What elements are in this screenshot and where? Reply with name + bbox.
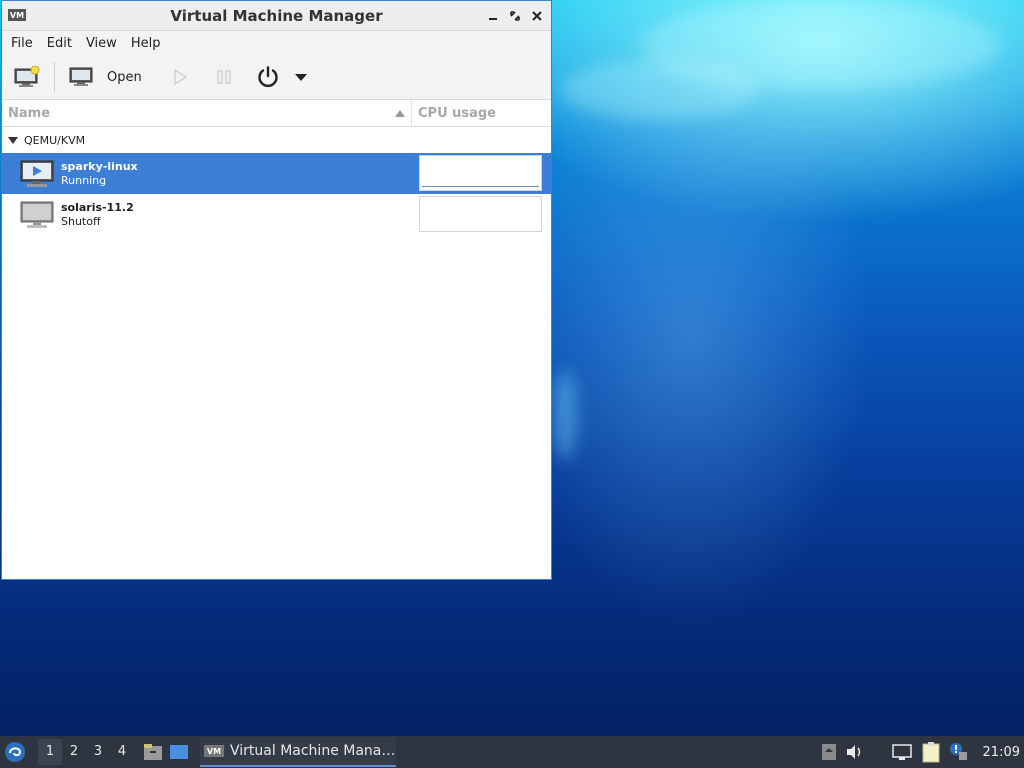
wallpaper-light (560, 60, 760, 120)
window-title: Virtual Machine Manager (170, 6, 383, 25)
vm-name: sparky-linux (61, 159, 138, 173)
open-button[interactable]: Open (67, 60, 144, 94)
task-label: Virtual Machine Mana… (230, 743, 396, 759)
expander-icon[interactable] (8, 136, 18, 144)
menu-edit[interactable]: Edit (40, 36, 79, 51)
monitor-icon (69, 67, 93, 86)
column-cpu-header[interactable]: CPU usage (412, 100, 551, 126)
column-name-label: Name (8, 105, 51, 121)
vm-name: solaris-11.2 (61, 200, 134, 214)
start-menu-button[interactable] (0, 737, 30, 767)
workspace-2[interactable]: 2 (62, 739, 86, 765)
vm-shutoff-icon (20, 201, 54, 228)
close-icon[interactable] (527, 6, 547, 26)
vm-status: Running (61, 173, 107, 187)
vm-row-solaris[interactable]: solaris-11.2 Shutoff (2, 194, 551, 235)
vm-row-sparky-linux[interactable]: sparky-linux Running (2, 153, 551, 194)
pause-icon (217, 70, 231, 84)
minimize-icon[interactable] (483, 6, 503, 26)
network-icon[interactable] (891, 743, 913, 761)
column-name-header[interactable]: Name (2, 100, 412, 126)
maximize-icon[interactable] (505, 6, 525, 26)
vm-list-header: Name CPU usage (2, 100, 551, 127)
cpu-usage-line (422, 186, 539, 187)
svg-text:VM: VM (207, 747, 221, 756)
title-bar[interactable]: VM Virtual Machine Manager (2, 1, 551, 31)
open-label: Open (107, 69, 142, 85)
vm-running-icon (20, 160, 54, 187)
power-icon (258, 66, 278, 88)
virt-manager-window: VM Virtual Machine Manager File Edit Vie… (1, 0, 552, 580)
play-icon (174, 68, 187, 86)
run-button[interactable] (170, 60, 190, 94)
connection-label: QEMU/KVM (24, 133, 86, 147)
taskbar: 1 2 3 4 VM Virtual Machine Mana… 21:09 (0, 736, 1024, 768)
new-vm-icon (14, 66, 40, 87)
menu-file[interactable]: File (4, 36, 40, 51)
virt-manager-logo-icon: VM (8, 9, 26, 21)
connection-row[interactable]: QEMU/KVM (2, 127, 551, 153)
show-desktop-launcher[interactable] (166, 739, 192, 765)
shutdown-menu-button[interactable] (292, 60, 310, 94)
menu-bar: File Edit View Help (2, 31, 551, 55)
shutdown-button[interactable] (254, 60, 282, 94)
cpu-usage-graph (419, 196, 542, 232)
menu-view[interactable]: View (79, 36, 124, 51)
volume-icon[interactable] (845, 743, 865, 761)
sparky-logo-icon (5, 742, 25, 762)
sort-ascending-icon (395, 109, 405, 117)
workspace-4[interactable]: 4 (110, 739, 134, 765)
wallpaper-light (553, 370, 577, 460)
desktop-icon (170, 745, 188, 759)
toolbar: Open (2, 55, 551, 100)
chevron-down-icon (294, 74, 307, 81)
toolbar-separator (54, 62, 55, 92)
pause-button[interactable] (214, 60, 234, 94)
taskbar-item-virt-manager[interactable]: VM Virtual Machine Mana… (200, 737, 396, 767)
virt-manager-logo-icon: VM (204, 745, 224, 757)
workspace-1[interactable]: 1 (38, 739, 62, 765)
folder-icon (144, 744, 162, 760)
svg-text:VM: VM (10, 11, 24, 20)
new-vm-button[interactable] (12, 60, 42, 94)
tray-arrow-icon[interactable] (821, 743, 837, 761)
file-manager-launcher[interactable] (140, 739, 166, 765)
menu-help[interactable]: Help (124, 36, 168, 51)
workspace-3[interactable]: 3 (86, 739, 110, 765)
clock[interactable]: 21:09 (983, 745, 1020, 760)
column-cpu-label: CPU usage (418, 105, 497, 121)
update-notifier-icon[interactable] (949, 742, 969, 762)
clipboard-icon[interactable] (921, 741, 941, 763)
system-tray: 21:09 (821, 736, 1024, 768)
cpu-usage-graph (419, 155, 542, 191)
vm-status: Shutoff (61, 214, 101, 228)
